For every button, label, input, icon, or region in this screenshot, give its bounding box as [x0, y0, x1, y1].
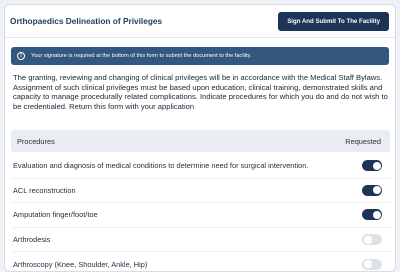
requested-toggle[interactable]: [362, 184, 382, 196]
procedure-row: ACL reconstruction: [11, 179, 390, 204]
procedures-list: Evaluation and diagnosis of medical cond…: [11, 154, 390, 271]
column-header-procedures: Procedures: [17, 136, 55, 146]
requested-toggle[interactable]: [362, 209, 382, 221]
requested-toggle[interactable]: [362, 258, 382, 270]
alert-text: Your signature is required at the bottom…: [31, 53, 252, 59]
form-header: Orthopaedics Delineation of Privileges S…: [5, 5, 395, 38]
toggle-knob: [372, 210, 381, 219]
privileges-form: Orthopaedics Delineation of Privileges S…: [4, 4, 396, 272]
procedures-table-header: Procedures Requested: [11, 130, 390, 152]
intro-paragraph: The granting, reviewing and changing of …: [13, 73, 388, 111]
procedure-label: Amputation finger/foot/toe: [13, 210, 98, 220]
signature-alert: ! Your signature is required at the bott…: [11, 47, 389, 65]
sign-and-submit-button[interactable]: Sign And Submit To The Facility: [278, 11, 389, 31]
toggle-knob: [372, 161, 381, 170]
info-icon: !: [17, 52, 25, 60]
requested-toggle[interactable]: [362, 160, 382, 172]
toggle-knob: [372, 186, 381, 195]
requested-toggle[interactable]: [362, 234, 382, 246]
procedure-label: Arthrodesis: [13, 235, 51, 245]
toggle-knob: [363, 260, 372, 269]
procedure-label: ACL reconstruction: [13, 185, 76, 195]
procedure-row: Arthrodesis: [11, 228, 390, 253]
procedure-label: Evaluation and diagnosis of medical cond…: [13, 161, 309, 171]
procedure-row: Evaluation and diagnosis of medical cond…: [11, 154, 390, 179]
toggle-knob: [363, 235, 372, 244]
page-title: Orthopaedics Delineation of Privileges: [10, 16, 163, 26]
procedure-row: Amputation finger/foot/toe: [11, 203, 390, 228]
procedure-label: Arthroscopy (Knee, Shoulder, Ankle, Hip): [13, 259, 148, 269]
column-header-requested: Requested: [345, 136, 381, 146]
procedure-row: Arthroscopy (Knee, Shoulder, Ankle, Hip): [11, 252, 390, 271]
